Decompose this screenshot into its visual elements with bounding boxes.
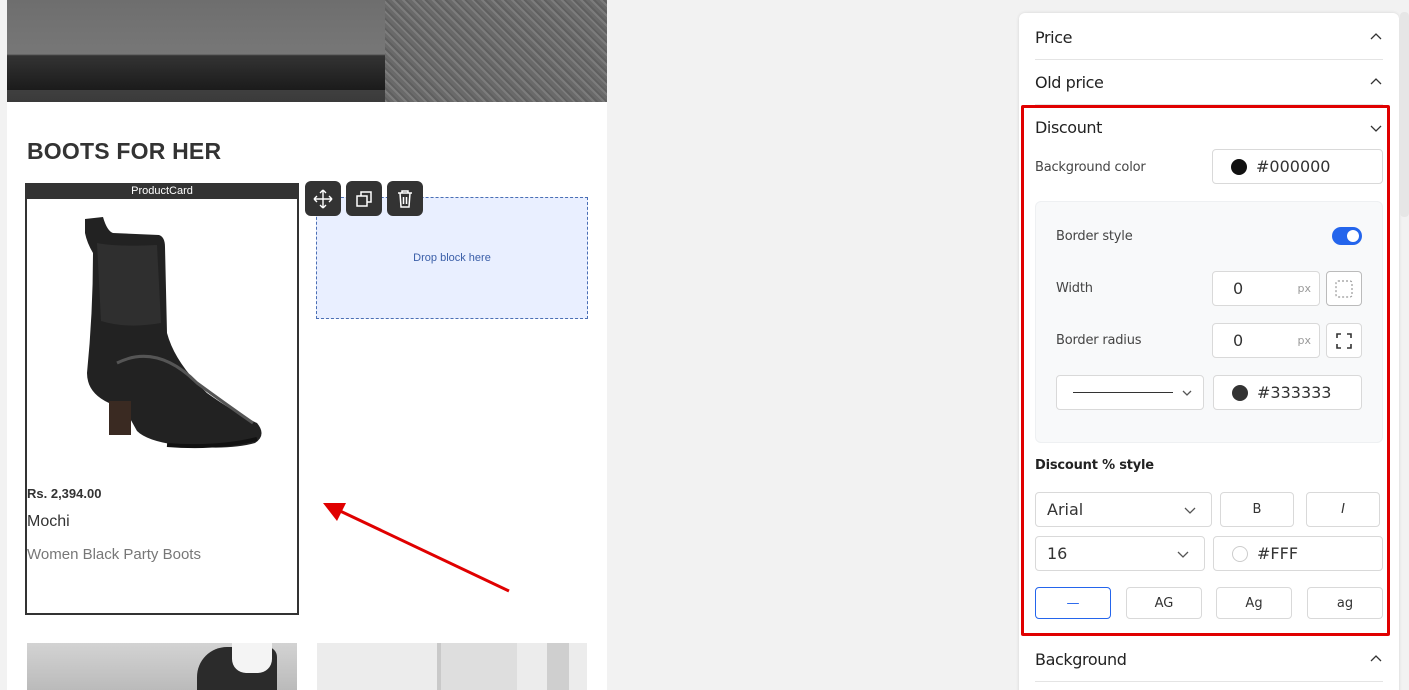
product-name[interactable]: Women Black Party Boots: [27, 546, 201, 563]
hero-stone: [385, 0, 607, 102]
product-brand[interactable]: Mochi: [27, 513, 70, 531]
product-thumb-1[interactable]: [27, 643, 297, 690]
delete-button[interactable]: [387, 181, 423, 216]
email-canvas: BOOTS FOR HER ProductCard Rs. 2,394.00 M…: [7, 0, 607, 690]
section-title[interactable]: BOOTS FOR HER: [27, 138, 221, 165]
section-background[interactable]: Background: [1035, 637, 1383, 682]
chevron-up-icon[interactable]: [1369, 75, 1383, 89]
section-price[interactable]: Price: [1035, 15, 1383, 60]
thumb-door-frame: [547, 643, 569, 690]
chevron-up-icon[interactable]: [1369, 30, 1383, 44]
thumb-door: [437, 643, 517, 690]
block-toolbar: [305, 181, 423, 216]
duplicate-button[interactable]: [346, 181, 382, 216]
discount-highlight-box: [1021, 105, 1390, 636]
section-background-title: Background: [1035, 649, 1127, 669]
product-card-tag: ProductCard: [25, 183, 299, 199]
drop-zone-label: Drop block here: [413, 252, 491, 264]
section-old-price[interactable]: Old price: [1035, 60, 1383, 105]
product-price[interactable]: Rs. 2,394.00: [27, 486, 101, 501]
duplicate-icon: [356, 190, 372, 207]
hero-ledge: [7, 0, 385, 90]
move-button[interactable]: [305, 181, 341, 216]
move-icon: [313, 189, 333, 208]
boot-image[interactable]: [57, 213, 267, 453]
delete-icon: [398, 189, 412, 208]
section-price-title: Price: [1035, 27, 1073, 47]
chevron-up-icon[interactable]: [1369, 652, 1383, 666]
hero-image[interactable]: [7, 0, 607, 102]
product-card[interactable]: ProductCard Rs. 2,394.00 Mochi Women Bla…: [25, 183, 299, 615]
product-thumb-2[interactable]: [317, 643, 587, 690]
section-old-price-title: Old price: [1035, 72, 1104, 92]
thumb-sock: [232, 643, 272, 673]
panel-scrollbar[interactable]: [1400, 12, 1409, 217]
